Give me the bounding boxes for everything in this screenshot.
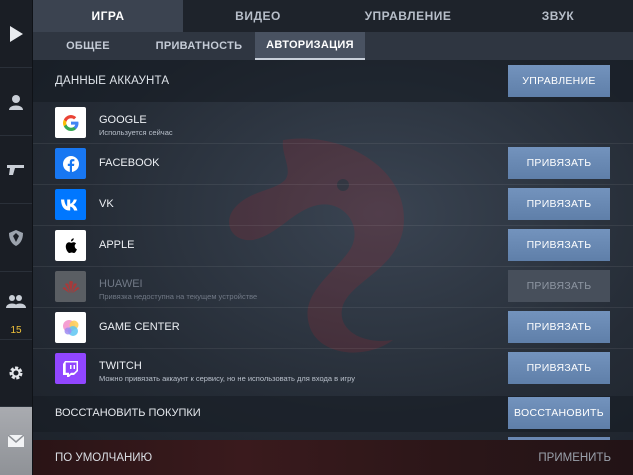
subtab-general[interactable]: ОБЩЕЕ: [33, 32, 143, 60]
authorization-panel: ДАННЫЕ АККАУНТА УПРАВЛЕНИЕ GOOGLE Исполь…: [33, 60, 633, 440]
left-sidebar: 15: [0, 0, 33, 475]
link-game-center-button[interactable]: ПРИВЯЗАТЬ: [508, 311, 610, 343]
apple-icon: [55, 230, 86, 261]
tab-video[interactable]: ВИДЕО: [183, 0, 333, 32]
clan-button[interactable]: [0, 204, 32, 272]
apply-button[interactable]: ПРИМЕНИТЬ: [538, 452, 611, 464]
twitch-icon: [55, 353, 86, 384]
sub-tabs: ОБЩЕЕ ПРИВАТНОСТЬ АВТОРИЗАЦИЯ: [33, 32, 633, 60]
mail-button[interactable]: [0, 407, 32, 475]
service-row-google: GOOGLE Используется сейчас: [33, 102, 633, 144]
restore-purchases-label: ВОССТАНОВИТЬ ПОКУПКИ: [55, 407, 201, 419]
friends-icon: [6, 294, 26, 308]
service-name: FACEBOOK: [99, 157, 160, 169]
google-icon: [55, 107, 86, 138]
gear-icon: [9, 366, 23, 380]
service-row-game-center: GAME CENTER ПРИВЯЗАТЬ: [33, 307, 633, 349]
reset-defaults-button[interactable]: ПО УМОЛЧАНИЮ: [55, 452, 152, 464]
settings-button[interactable]: [0, 340, 32, 407]
subtab-authorization[interactable]: АВТОРИЗАЦИЯ: [255, 32, 365, 60]
pistol-icon: [7, 164, 24, 175]
tab-sound[interactable]: ЗВУК: [483, 0, 633, 32]
service-status: Привязка недоступна на текущем устройств…: [99, 292, 258, 301]
vk-icon: [55, 189, 86, 220]
link-apple-button[interactable]: ПРИВЯЗАТЬ: [508, 229, 610, 261]
service-status: Используется сейчас: [99, 128, 173, 137]
link-twitch-button[interactable]: ПРИВЯЗАТЬ: [508, 352, 610, 384]
service-row-huawei: HUAWEI Привязка недоступна на текущем ус…: [33, 266, 633, 308]
service-row-vk: VK ПРИВЯЗАТЬ: [33, 184, 633, 226]
tab-controls[interactable]: УПРАВЛЕНИЕ: [333, 0, 483, 32]
person-icon: [9, 94, 23, 110]
service-row-twitch: TWITCH Можно привязать аккаунт к сервису…: [33, 348, 633, 389]
account-data-header: ДАННЫЕ АККАУНТА УПРАВЛЕНИЕ: [33, 60, 633, 102]
service-name: VK: [99, 198, 114, 210]
service-name: GAME CENTER: [99, 321, 180, 333]
service-row-apple: APPLE ПРИВЯЗАТЬ: [33, 225, 633, 267]
shield-icon: [9, 229, 23, 246]
tab-game[interactable]: ИГРА: [33, 0, 183, 32]
link-huawei-button: ПРИВЯЗАТЬ: [508, 270, 610, 302]
link-vk-button[interactable]: ПРИВЯЗАТЬ: [508, 188, 610, 220]
restore-button[interactable]: ВОССТАНОВИТЬ: [508, 397, 610, 429]
service-name: APPLE: [99, 239, 135, 251]
weapons-button[interactable]: [0, 136, 32, 204]
restore-purchases-row: ВОССТАНОВИТЬ ПОКУПКИ ВОССТАНОВИТЬ: [33, 396, 633, 432]
main-tabs: ИГРА ВИДЕО УПРАВЛЕНИЕ ЗВУК: [33, 0, 633, 32]
play-button[interactable]: [0, 0, 32, 68]
account-data-title: ДАННЫЕ АККАУНТА: [55, 75, 170, 87]
service-row-facebook: FACEBOOK ПРИВЯЗАТЬ: [33, 143, 633, 185]
facebook-icon: [55, 148, 86, 179]
play-icon: [10, 25, 23, 42]
subtab-privacy[interactable]: ПРИВАТНОСТЬ: [143, 32, 255, 60]
link-facebook-button[interactable]: ПРИВЯЗАТЬ: [508, 147, 610, 179]
huawei-icon: [55, 271, 86, 302]
mail-icon: [8, 435, 24, 447]
service-name: HUAWEI: [99, 278, 143, 290]
profile-button[interactable]: [0, 68, 32, 136]
service-status: Можно привязать аккаунт к сервису, но не…: [99, 374, 355, 383]
manage-button[interactable]: УПРАВЛЕНИЕ: [508, 65, 610, 97]
settings-footer: ПО УМОЛЧАНИЮ ПРИМЕНИТЬ: [33, 440, 633, 475]
service-name: TWITCH: [99, 360, 142, 372]
service-name: GOOGLE: [99, 114, 147, 126]
friends-count: 15: [10, 325, 22, 336]
game-center-icon: [55, 312, 86, 343]
